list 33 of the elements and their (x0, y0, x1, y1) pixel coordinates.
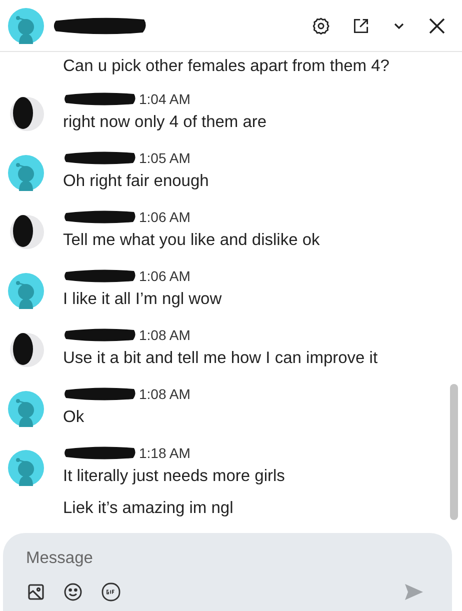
message-text: It literally just needs more girls (63, 466, 286, 487)
message-time: 1:05 AM (139, 150, 190, 166)
avatar-icon (8, 332, 44, 368)
close-icon (428, 16, 446, 34)
avatar-icon (8, 214, 44, 250)
gif-icon (101, 582, 121, 602)
settings-icon (312, 16, 330, 34)
image-icon (27, 583, 45, 601)
message-text: Liek it’s amazing im ngl (63, 498, 234, 519)
message-text: Can u pick other females apart from them 4? (63, 56, 390, 77)
message-time: 1:08 AM (139, 327, 190, 343)
scrollbar-thumb[interactable] (450, 384, 458, 520)
message-time: 1:08 AM (139, 386, 190, 402)
avatar-icon (8, 450, 44, 486)
popout-icon (352, 16, 370, 34)
message-time: 1:18 AM (139, 445, 190, 461)
message-text: Ok (63, 407, 86, 428)
message-text: Tell me what you like and dislike ok (63, 230, 321, 251)
message-text: I like it all I’m ngl wow (63, 289, 223, 310)
avatar-icon (8, 391, 44, 427)
avatar-icon (8, 96, 44, 132)
avatar-icon (8, 155, 44, 191)
avatar-icon (8, 273, 44, 309)
send-icon (404, 583, 424, 601)
message-field[interactable]: Message (23, 545, 329, 572)
message-text: right now only 4 of them are (63, 112, 268, 133)
message-time: 1:06 AM (139, 268, 190, 284)
message-time: 1:06 AM (139, 209, 190, 225)
emoji-icon (63, 582, 83, 602)
avatar-icon (8, 8, 44, 44)
message-text: Use it a bit and tell me how I can improve it (63, 348, 379, 369)
message-text: Oh right fair enough (63, 171, 210, 192)
message-time: 1:04 AM (139, 91, 190, 107)
